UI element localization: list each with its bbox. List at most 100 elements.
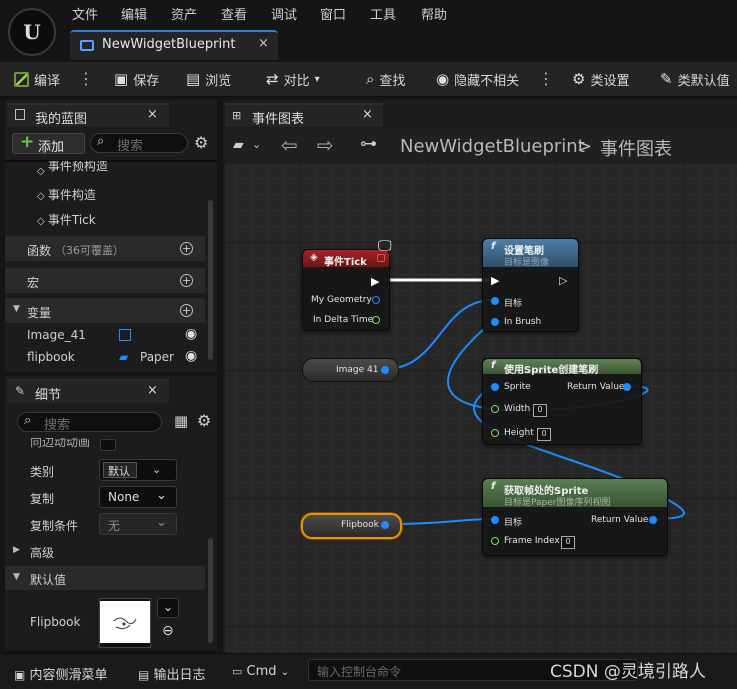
my-blueprint-tab[interactable]: 我的蓝图 × (7, 103, 169, 127)
menu-window[interactable]: 窗口 (320, 4, 346, 23)
list-item-event-preconstruct[interactable]: ◇ 事件预构造 (37, 161, 108, 175)
details-scrollbar[interactable] (208, 538, 213, 643)
rep-condition-dropdown[interactable]: 无 ⌄ (99, 513, 177, 535)
exec-in-pin-icon[interactable]: ▶ (491, 274, 499, 287)
add-macro-plus-icon[interactable]: + (180, 274, 193, 287)
flipbook-asset-dropdown[interactable]: ⌄ (157, 598, 179, 618)
more-options-icon[interactable]: ⋮ (538, 69, 554, 88)
blueprint-settings-gear-icon[interactable]: ⚙ (194, 133, 208, 152)
height-pin-icon[interactable] (491, 429, 499, 437)
defaults-section-header[interactable]: ▼ 默认值 (5, 566, 205, 590)
eye-icon[interactable]: ◉ (185, 326, 197, 342)
checkbox[interactable] (100, 439, 116, 451)
event-graph-tab[interactable]: ⊞ 事件图表 × (225, 103, 383, 127)
variable-row[interactable]: Image_41 ◉ (5, 324, 205, 346)
height-value-input[interactable]: 0 (537, 428, 551, 441)
exec-out-pin-icon[interactable]: ▷ (559, 274, 567, 287)
return-value-pin-icon[interactable] (649, 516, 657, 524)
set-brush-node[interactable]: f 设置笔刷 目标是图像 ▶ ▷ 目标 In Brush (482, 238, 579, 332)
compile-button[interactable]: 编译 (14, 70, 60, 89)
category-value: 默认 (103, 462, 137, 478)
breadcrumb-current: 事件图表 (600, 139, 672, 160)
flipbook-getter-node[interactable]: Flipbook (301, 513, 402, 539)
event-graph-close-icon[interactable]: × (362, 107, 373, 122)
graph-canvas[interactable]: ◈ 事件Tick ▶ My Geometry In Delta Time 🖵 f… (225, 128, 737, 653)
flipbook-out-pin-icon[interactable] (381, 521, 389, 529)
blueprint-scrollbar[interactable] (208, 200, 213, 360)
event-tick-node[interactable]: ◈ 事件Tick ▶ My Geometry In Delta Time (302, 249, 390, 331)
replication-value: None (108, 490, 140, 504)
list-item-event-construct[interactable]: ◇ 事件构造 (37, 186, 96, 203)
menu-help[interactable]: 帮助 (421, 4, 447, 23)
width-value-input[interactable]: 0 (533, 404, 547, 417)
diff-icon: ⇄ (266, 70, 279, 88)
unreal-logo-icon[interactable]: U (8, 8, 56, 56)
class-defaults-button[interactable]: ✎ 类默认值 (660, 70, 730, 89)
variables-section-header[interactable]: ▼ 变量 + (5, 298, 205, 323)
eye-icon[interactable]: ◉ (185, 348, 197, 364)
back-arrow-icon[interactable]: ⇦ (281, 133, 298, 157)
frame-index-value-input[interactable]: 0 (561, 536, 575, 549)
output-log-button[interactable]: ▤ 输出日志 (138, 664, 206, 683)
details-search-input[interactable]: ⌕ 搜索 (17, 412, 162, 433)
menu-file[interactable]: 文件 (72, 4, 98, 23)
monitor-breakpoint-icon[interactable]: 🖵 (378, 238, 392, 254)
menu-tools[interactable]: 工具 (370, 4, 396, 23)
category-dropdown[interactable]: 默认 ⌄ (99, 459, 177, 481)
exec-out-pin-icon[interactable]: ▶ (371, 275, 379, 288)
list-item-event-tick[interactable]: ◇ 事件Tick (37, 211, 96, 228)
variable-row[interactable]: flipbook ▰ Paper ◉ (5, 347, 205, 369)
find-button[interactable]: ⌕ 查找 (366, 70, 405, 89)
diff-button[interactable]: ⇄ 对比 ▾ (266, 70, 320, 89)
save-button[interactable]: ▣ 保存 (114, 70, 159, 89)
menu-edit[interactable]: 编辑 (121, 4, 147, 23)
width-pin-icon[interactable] (491, 405, 499, 413)
document-tab[interactable]: NewWidgetBlueprint × (70, 30, 278, 60)
menu-asset[interactable]: 资产 (171, 4, 197, 23)
add-function-plus-icon[interactable]: + (180, 242, 193, 255)
graph-hierarchy-icon[interactable]: ⊶ (360, 134, 377, 154)
use-selected-asset-icon[interactable]: ⊖ (162, 623, 174, 639)
add-variable-plus-icon[interactable]: + (180, 304, 193, 317)
image41-out-pin-icon[interactable] (381, 366, 389, 374)
my-blueprint-close-icon[interactable]: × (147, 107, 158, 122)
browse-button[interactable]: ▤ 浏览 (186, 70, 231, 89)
class-settings-button[interactable]: ⚙ 类设置 (572, 70, 629, 89)
add-button[interactable]: + 添加 (12, 132, 85, 155)
delegate-pin-icon[interactable] (377, 254, 385, 262)
chevron-down-icon[interactable]: ⌄ (252, 138, 261, 151)
get-sprite-at-frame-node[interactable]: f 获取帧处的Sprite 目标是Paper图像序列视图 目标 Return V… (482, 478, 668, 556)
target-pin-icon[interactable] (491, 516, 499, 524)
in-brush-pin-icon[interactable] (491, 318, 499, 326)
make-brush-from-sprite-node[interactable]: f 使用Sprite创建笔刷 Sprite Return Value Width… (482, 358, 642, 445)
details-settings-gear-icon[interactable]: ⚙ (197, 411, 211, 430)
chevron-down-icon: ⌄ (163, 600, 174, 614)
document-tab-close-icon[interactable]: × (258, 36, 269, 51)
bookmark-icon[interactable]: ▰ (233, 137, 244, 153)
blueprint-search-input[interactable]: ⌕ 搜索 (90, 133, 188, 154)
delta-time-pin-icon[interactable] (372, 316, 380, 324)
macros-section-header[interactable]: 宏 + (5, 268, 205, 293)
variable-type: Paper (140, 350, 174, 364)
table-view-icon[interactable]: ▦ (174, 412, 188, 430)
sprite-pin-icon[interactable] (491, 383, 499, 391)
advanced-section-header[interactable]: ▶ 高级 (5, 540, 205, 562)
menu-view[interactable]: 查看 (221, 4, 247, 23)
frame-index-pin-icon[interactable] (491, 537, 499, 545)
menu-debug[interactable]: 调试 (271, 4, 297, 23)
functions-section-header[interactable]: 函数 （36可覆盖） + (5, 236, 205, 261)
cmd-selector[interactable]: ▭ Cmd ⌄ (232, 664, 289, 679)
breadcrumb-root[interactable]: NewWidgetBlueprint (400, 136, 585, 157)
details-close-icon[interactable]: × (147, 383, 158, 398)
image41-getter-node[interactable]: Image 41 (302, 358, 399, 382)
return-value-pin-icon[interactable] (623, 383, 631, 391)
flipbook-thumbnail[interactable] (99, 598, 151, 648)
content-drawer-button[interactable]: ▣ 内容侧滑菜单 (14, 664, 108, 683)
replication-dropdown[interactable]: None ⌄ (99, 486, 177, 508)
my-geometry-pin-icon[interactable] (372, 296, 380, 304)
forward-arrow-icon[interactable]: ⇨ (317, 133, 334, 157)
compile-options-icon[interactable]: ⋮ (78, 69, 94, 88)
details-tab[interactable]: ✎ 细节 × (7, 379, 169, 403)
target-pin-icon[interactable] (491, 297, 499, 305)
hide-unrelated-button[interactable]: ◉ 隐藏不相关 (436, 70, 519, 89)
